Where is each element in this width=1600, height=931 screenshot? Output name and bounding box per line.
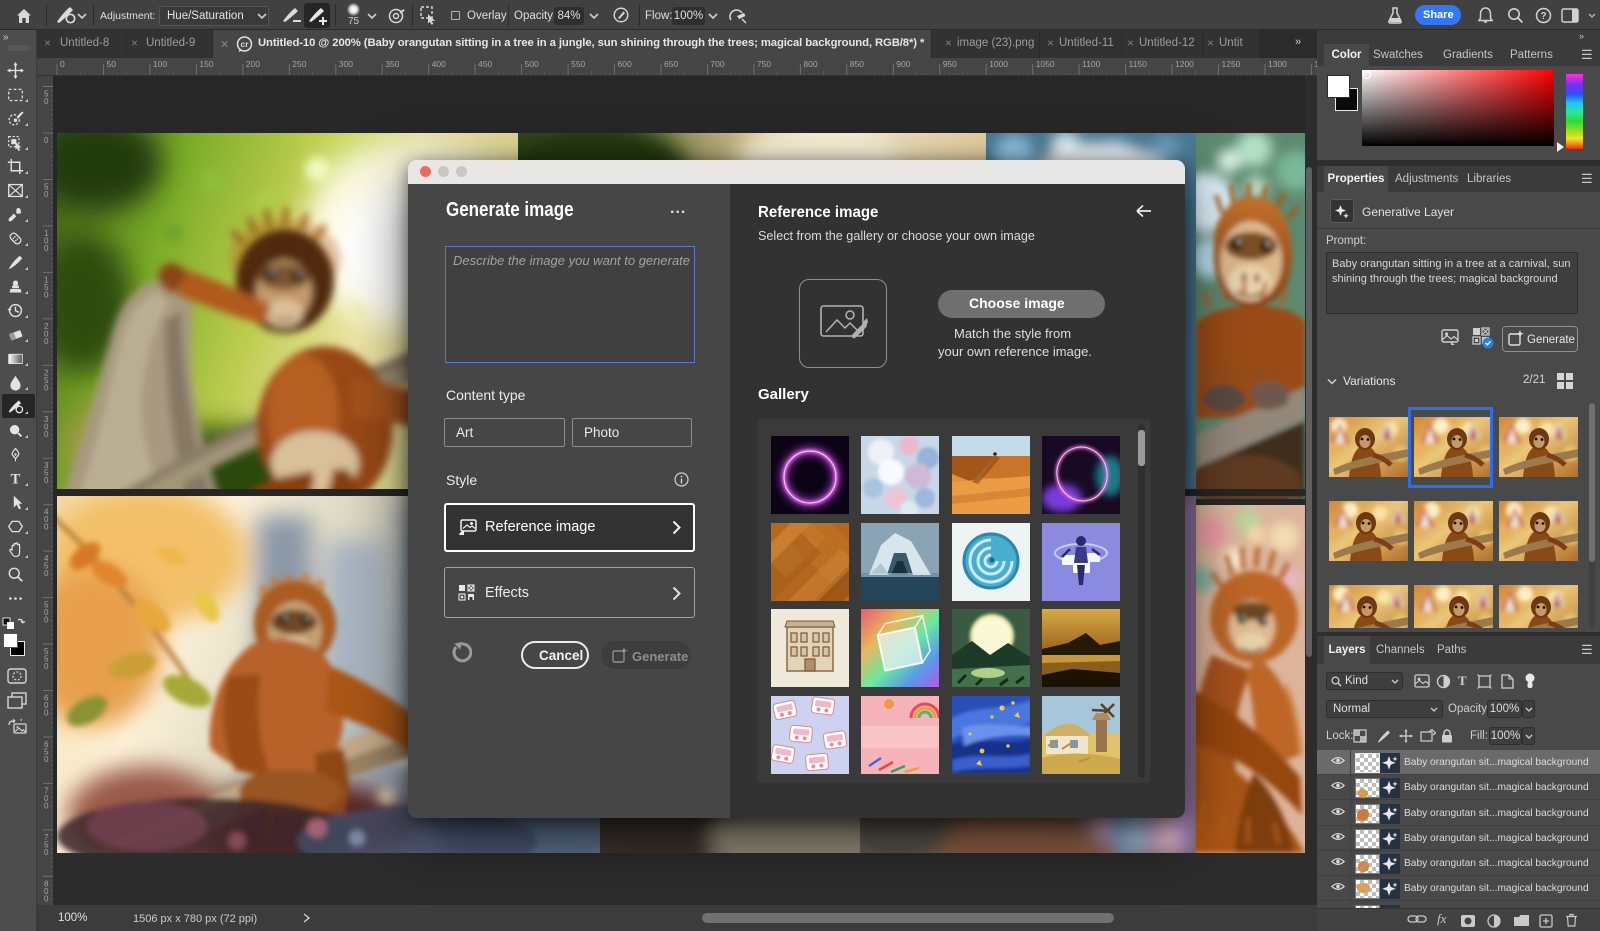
svg-text:700: 700 <box>710 59 724 69</box>
svg-text:0: 0 <box>44 476 49 485</box>
svg-text:950: 950 <box>943 59 957 69</box>
svg-text:300: 300 <box>339 59 353 69</box>
svg-text:750: 750 <box>757 59 771 69</box>
svg-text:0: 0 <box>44 97 49 106</box>
svg-text:900: 900 <box>896 59 910 69</box>
svg-text:0: 0 <box>44 290 49 299</box>
svg-text:100: 100 <box>153 59 167 69</box>
svg-text:550: 550 <box>571 59 585 69</box>
svg-text:0: 0 <box>44 244 49 253</box>
svg-text:1150: 1150 <box>1129 59 1148 69</box>
svg-text:0: 0 <box>44 430 49 439</box>
svg-text:0: 0 <box>44 337 49 346</box>
svg-text:1050: 1050 <box>1036 59 1055 69</box>
svg-text:1100: 1100 <box>1082 59 1101 69</box>
svg-text:400: 400 <box>432 59 446 69</box>
svg-text:0: 0 <box>44 616 49 625</box>
svg-text:1300: 1300 <box>1268 59 1287 69</box>
svg-text:T: T <box>11 472 21 487</box>
svg-text:0: 0 <box>44 523 49 532</box>
svg-text:1000: 1000 <box>989 59 1008 69</box>
svg-text:0: 0 <box>44 801 49 810</box>
svg-text:1200: 1200 <box>1175 59 1194 69</box>
svg-text:600: 600 <box>618 59 632 69</box>
svg-text:0: 0 <box>44 709 49 718</box>
svg-text:0: 0 <box>44 848 49 857</box>
svg-text:0: 0 <box>44 569 49 578</box>
svg-text:0: 0 <box>44 136 49 145</box>
svg-text:0: 0 <box>44 755 49 764</box>
svg-text:0: 0 <box>44 894 49 903</box>
svg-text:850: 850 <box>850 59 864 69</box>
svg-text:200: 200 <box>246 59 260 69</box>
svg-text:0: 0 <box>44 383 49 392</box>
svg-text:650: 650 <box>664 59 678 69</box>
svg-text:500: 500 <box>525 59 539 69</box>
svg-text:450: 450 <box>478 59 492 69</box>
svg-text:150: 150 <box>199 59 213 69</box>
svg-text:800: 800 <box>803 59 817 69</box>
svg-text:?: ? <box>1540 11 1546 22</box>
svg-text:350: 350 <box>385 59 399 69</box>
svg-text:50: 50 <box>107 59 117 69</box>
svg-text:0: 0 <box>44 190 49 199</box>
svg-text:0: 0 <box>60 59 65 69</box>
svg-text:250: 250 <box>292 59 306 69</box>
svg-text:0: 0 <box>44 662 49 671</box>
svg-text:cr: cr <box>240 39 249 49</box>
svg-text:1250: 1250 <box>1222 59 1241 69</box>
